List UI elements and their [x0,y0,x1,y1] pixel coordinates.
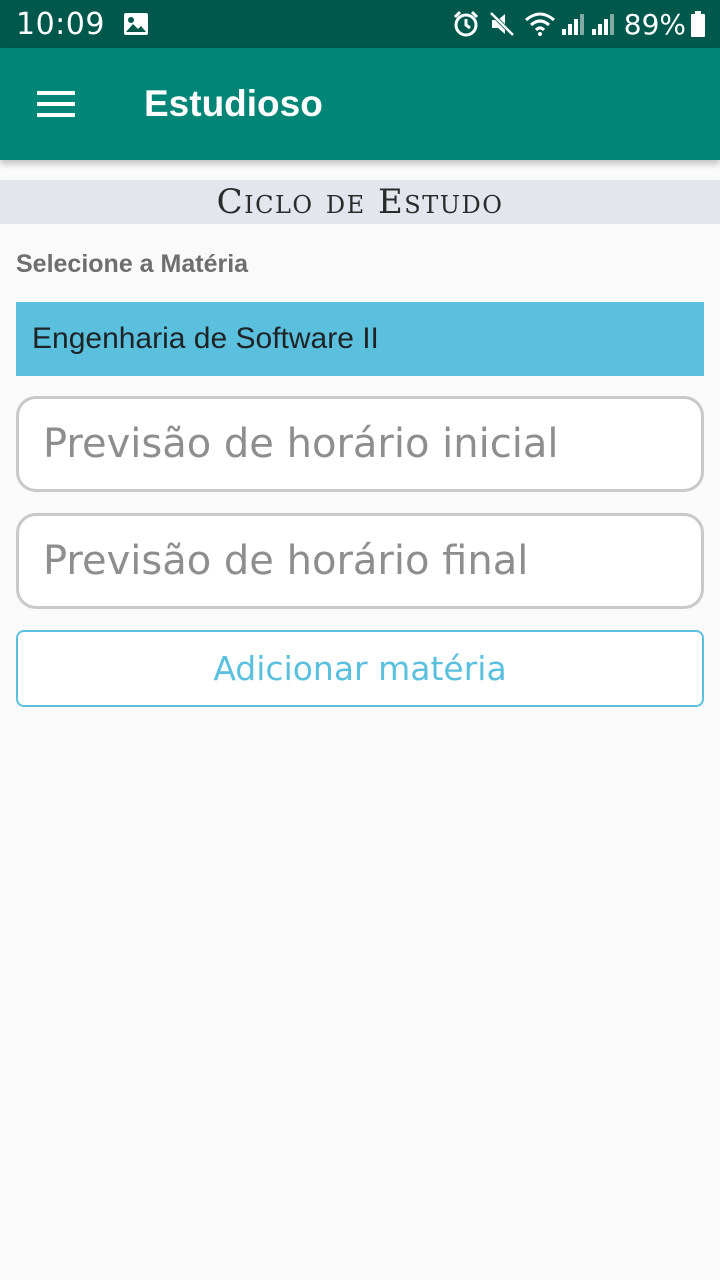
status-bar: 10:09 89% [0,0,720,48]
signal-icon [560,11,586,37]
status-left: 10:09 [16,7,149,42]
app-title: Estudioso [144,83,323,124]
status-time: 10:09 [16,6,105,42]
add-subject-button[interactable]: Adicionar matéria [16,630,704,707]
mute-icon [488,10,516,38]
battery-icon [690,10,706,38]
add-subject-button-label: Adicionar matéria [213,649,507,688]
image-icon [123,12,149,36]
hamburger-menu-icon[interactable] [28,76,84,132]
wifi-icon [524,10,556,38]
section-title: Ciclo de Estudo [216,182,504,222]
end-time-input[interactable] [16,513,704,609]
app-bar: Estudioso [0,48,720,160]
selected-subject: Engenharia de Software II [32,322,379,355]
alarm-icon [452,10,480,38]
battery-percent: 89% [623,7,686,41]
signal-icon-2 [590,11,616,37]
subject-select[interactable]: Engenharia de Software II [16,302,704,376]
status-right: 89% [452,8,706,41]
section-header: Ciclo de Estudo [0,180,720,224]
subject-label: Selecione a Matéria [16,250,249,278]
start-time-input[interactable] [16,396,704,492]
